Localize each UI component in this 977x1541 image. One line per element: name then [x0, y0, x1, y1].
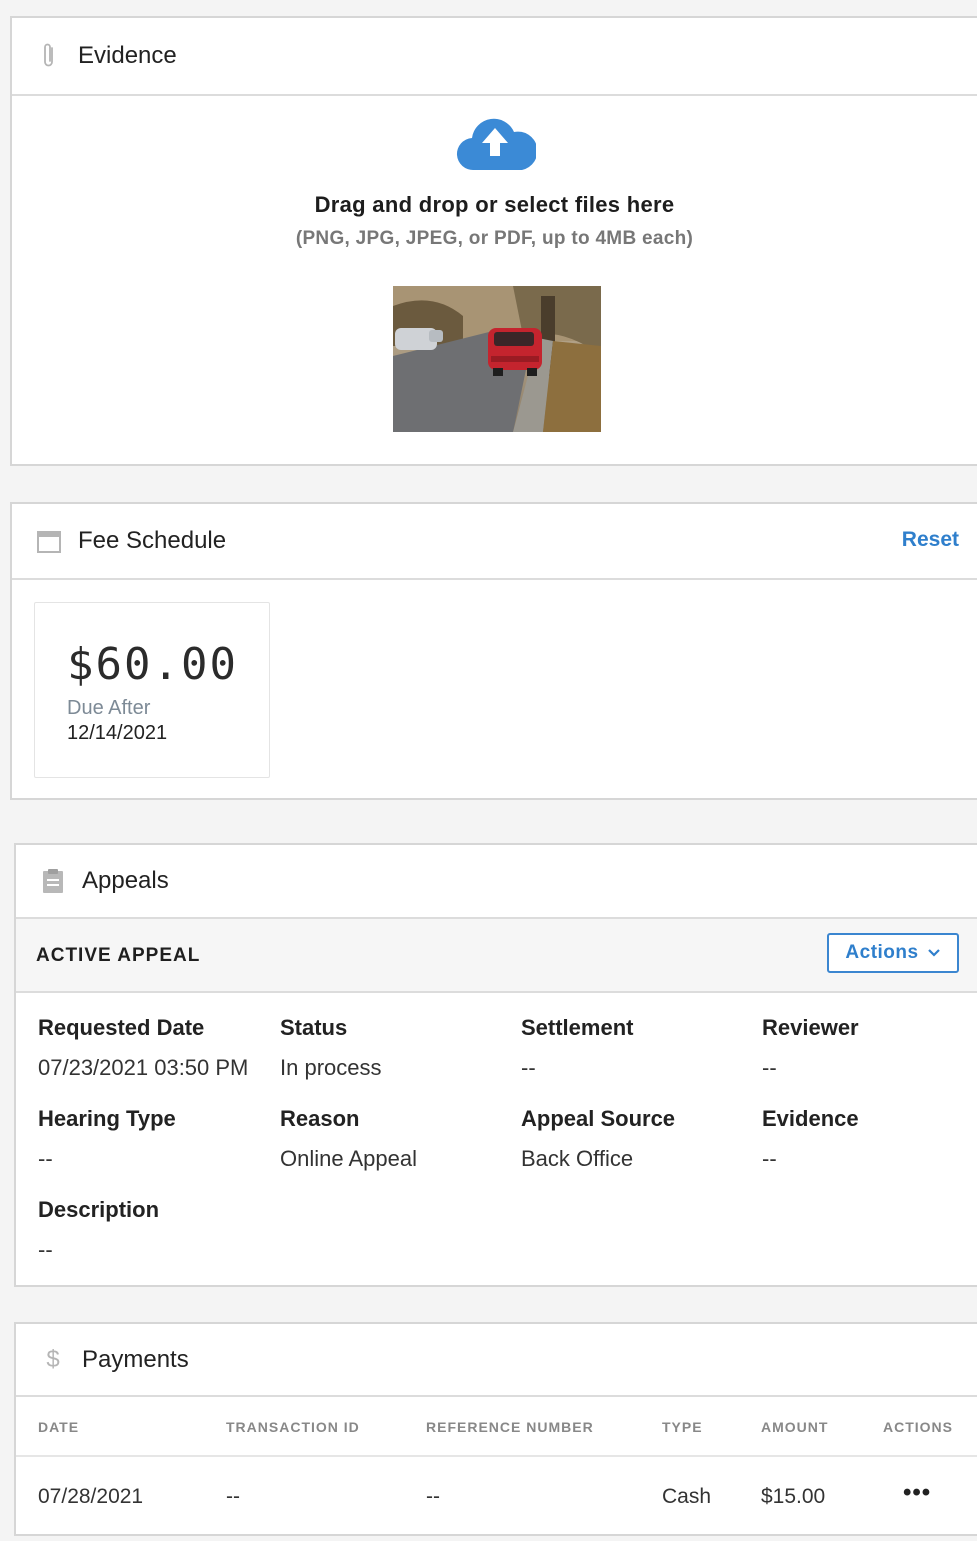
payments-header: $ Payments	[16, 1324, 977, 1397]
description-field: Description --	[38, 1197, 159, 1263]
evidence-field: Evidence --	[762, 1106, 859, 1172]
actions-dropdown-button[interactable]: Actions	[827, 933, 959, 973]
field-value: --	[521, 1055, 536, 1080]
cell-date: 07/28/2021	[38, 1485, 144, 1508]
settlement-field: Settlement --	[521, 1015, 633, 1081]
calendar-icon	[36, 528, 62, 554]
cell-transaction-id: --	[226, 1485, 240, 1508]
field-label: Hearing Type	[38, 1106, 176, 1131]
payments-table-header: DATE TRANSACTION ID REFERENCE NUMBER TYP…	[16, 1397, 977, 1457]
fee-amount: $60.00	[67, 639, 238, 690]
field-label: Reviewer	[762, 1015, 859, 1040]
evidence-photo-thumbnail[interactable]	[393, 286, 601, 432]
actions-label: Actions	[845, 942, 919, 963]
fee-schedule-card: Fee Schedule Reset $60.00 Due After 12/1…	[10, 502, 977, 800]
file-dropzone[interactable]: Drag and drop or select files here (PNG,…	[12, 96, 977, 464]
reason-field: Reason Online Appeal	[280, 1106, 417, 1172]
field-label: Settlement	[521, 1015, 634, 1040]
evidence-card: Evidence Drag and drop or select files h…	[10, 16, 977, 466]
cell-type: Cash	[662, 1485, 712, 1508]
field-label: Appeal Source	[521, 1106, 676, 1131]
dropzone-title: Drag and drop or select files here	[314, 192, 675, 217]
column-header-amount[interactable]: AMOUNT	[761, 1419, 828, 1435]
appeal-source-field: Appeal Source Back Office	[521, 1106, 675, 1172]
column-header-date[interactable]: DATE	[38, 1419, 79, 1435]
chevron-down-icon	[927, 942, 941, 964]
field-label: Status	[280, 1015, 348, 1040]
evidence-title: Evidence	[78, 42, 177, 69]
clipboard-icon	[40, 868, 66, 894]
table-row: 07/28/2021 -- -- Cash $15.00 •••	[16, 1457, 977, 1535]
field-label: Evidence	[762, 1106, 859, 1131]
fee-due-label: Due After	[67, 697, 151, 719]
field-label: Reason	[280, 1106, 360, 1131]
fee-schedule-title: Fee Schedule	[78, 527, 227, 554]
cell-reference-number: --	[426, 1485, 440, 1508]
fee-card: $60.00 Due After 12/14/2021	[34, 602, 270, 778]
evidence-header: Evidence	[12, 18, 977, 96]
field-value: --	[762, 1055, 777, 1080]
column-header-reference-number[interactable]: REFERENCE NUMBER	[426, 1419, 594, 1435]
fee-schedule-header: Fee Schedule Reset	[12, 504, 977, 580]
field-value: --	[762, 1146, 777, 1171]
dropzone-hint: (PNG, JPG, JPEG, or PDF, up to 4MB each)	[295, 228, 694, 249]
column-header-type[interactable]: TYPE	[662, 1419, 703, 1435]
field-value: In process	[280, 1055, 382, 1080]
field-label: Description	[38, 1197, 160, 1222]
payments-title: Payments	[82, 1345, 189, 1373]
cloud-upload-icon[interactable]	[456, 116, 538, 172]
hearing-type-field: Hearing Type --	[38, 1106, 176, 1172]
row-more-actions-button[interactable]: •••	[903, 1479, 931, 1507]
status-field: Status In process	[280, 1015, 382, 1081]
reset-link[interactable]: Reset	[902, 528, 959, 552]
field-value: Online Appeal	[280, 1146, 417, 1171]
field-value: --	[38, 1146, 53, 1171]
field-value: 07/23/2021 03:50 PM	[38, 1055, 249, 1080]
column-header-actions: ACTIONS	[883, 1419, 953, 1435]
field-value: --	[38, 1237, 53, 1262]
active-appeal-bar: ACTIVE APPEAL Actions	[16, 919, 977, 993]
cell-amount: $15.00	[761, 1485, 826, 1508]
payments-card: $ Payments DATE TRANSACTION ID REFERENCE…	[14, 1322, 977, 1536]
appeals-card: Appeals ACTIVE APPEAL Actions Requested …	[14, 843, 977, 1287]
field-value: Back Office	[521, 1146, 634, 1171]
paperclip-icon	[36, 43, 62, 69]
appeals-title: Appeals	[82, 867, 169, 894]
requested-date-field: Requested Date 07/23/2021 03:50 PM	[38, 1015, 248, 1081]
fee-due-date: 12/14/2021	[67, 722, 168, 744]
column-header-transaction-id[interactable]: TRANSACTION ID	[226, 1419, 360, 1435]
appeals-header: Appeals	[16, 845, 977, 919]
dollar-icon: $	[46, 1345, 60, 1373]
reviewer-field: Reviewer --	[762, 1015, 859, 1081]
active-appeal-title: ACTIVE APPEAL	[36, 945, 201, 966]
field-label: Requested Date	[38, 1015, 205, 1040]
